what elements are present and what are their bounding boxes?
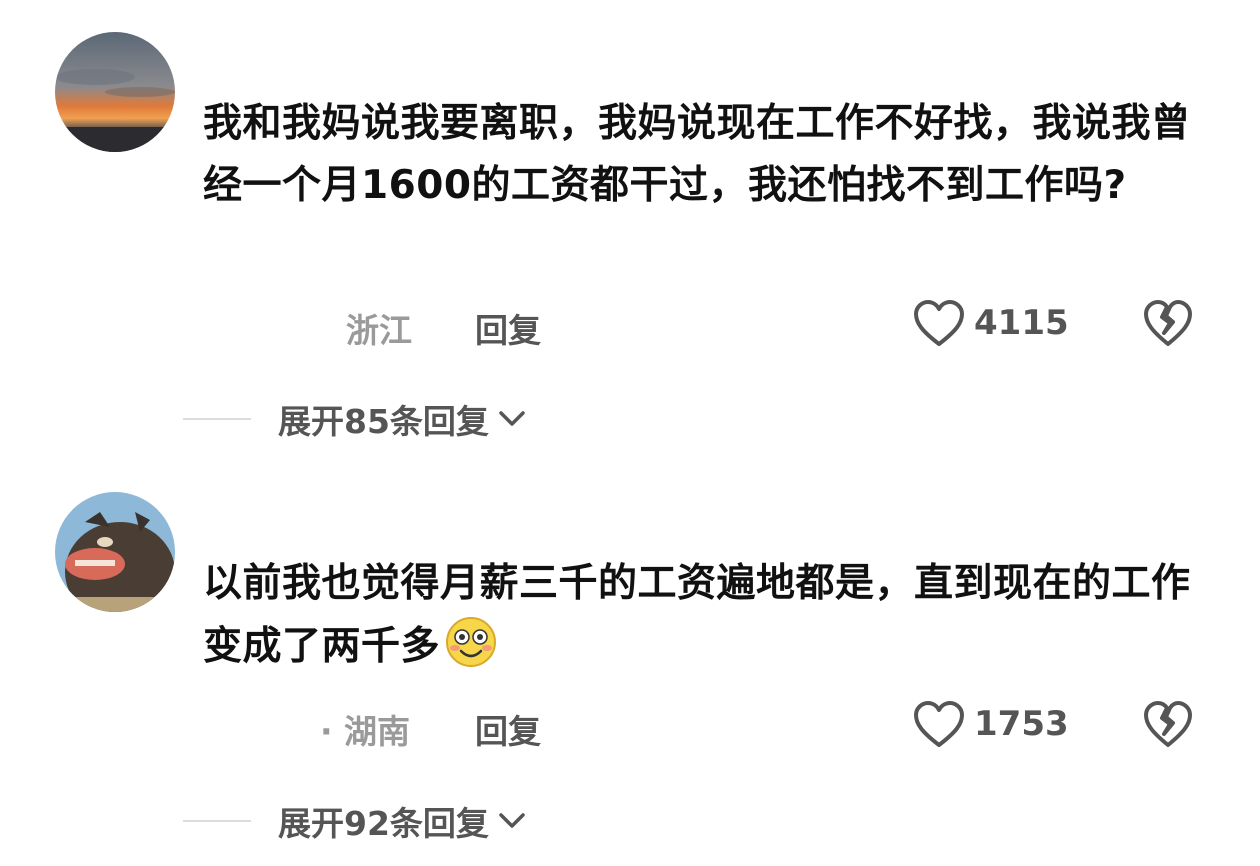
comment-location: · 湖南 bbox=[320, 712, 411, 751]
like-button[interactable]: 4115 bbox=[912, 299, 1069, 347]
chevron-down-icon bbox=[499, 813, 525, 828]
like-count: 1753 bbox=[974, 704, 1069, 744]
reply-button[interactable]: 回复 bbox=[475, 304, 541, 352]
expand-replies-button[interactable]: 展开85条回复 bbox=[183, 395, 527, 443]
dislike-button[interactable] bbox=[1142, 700, 1194, 748]
comment-location: 浙江 bbox=[346, 311, 412, 350]
broken-heart-icon bbox=[1144, 701, 1192, 747]
divider bbox=[183, 418, 251, 420]
smile-emoji-icon bbox=[446, 617, 497, 667]
broken-heart-icon bbox=[1144, 300, 1192, 346]
comment-text-body: 以前我也觉得月薪三千的工资遍地都是，直到现在的工作变成了两千多 bbox=[203, 561, 1191, 669]
divider bbox=[183, 820, 251, 822]
like-count: 4115 bbox=[974, 303, 1069, 343]
expand-replies-label: 展开85条回复 bbox=[278, 402, 489, 441]
avatar[interactable] bbox=[55, 32, 175, 152]
heart-outline-icon bbox=[914, 701, 964, 747]
expand-replies-label: 展开92条回复 bbox=[278, 804, 489, 843]
comment-text: 以前我也觉得月薪三千的工资遍地都是，直到现在的工作变成了两千多 bbox=[203, 553, 1203, 678]
reply-button[interactable]: 回复 bbox=[475, 705, 541, 753]
avatar[interactable] bbox=[55, 492, 175, 612]
chevron-down-icon bbox=[499, 411, 525, 426]
dislike-button[interactable] bbox=[1142, 299, 1194, 347]
comment-text: 我和我妈说我要离职，我妈说现在工作不好找，我说我曾经一个月1600的工资都干过，… bbox=[203, 101, 1191, 208]
heart-outline-icon bbox=[914, 300, 964, 346]
like-button[interactable]: 1753 bbox=[912, 700, 1069, 748]
expand-replies-button[interactable]: 展开92条回复 bbox=[183, 797, 527, 845]
